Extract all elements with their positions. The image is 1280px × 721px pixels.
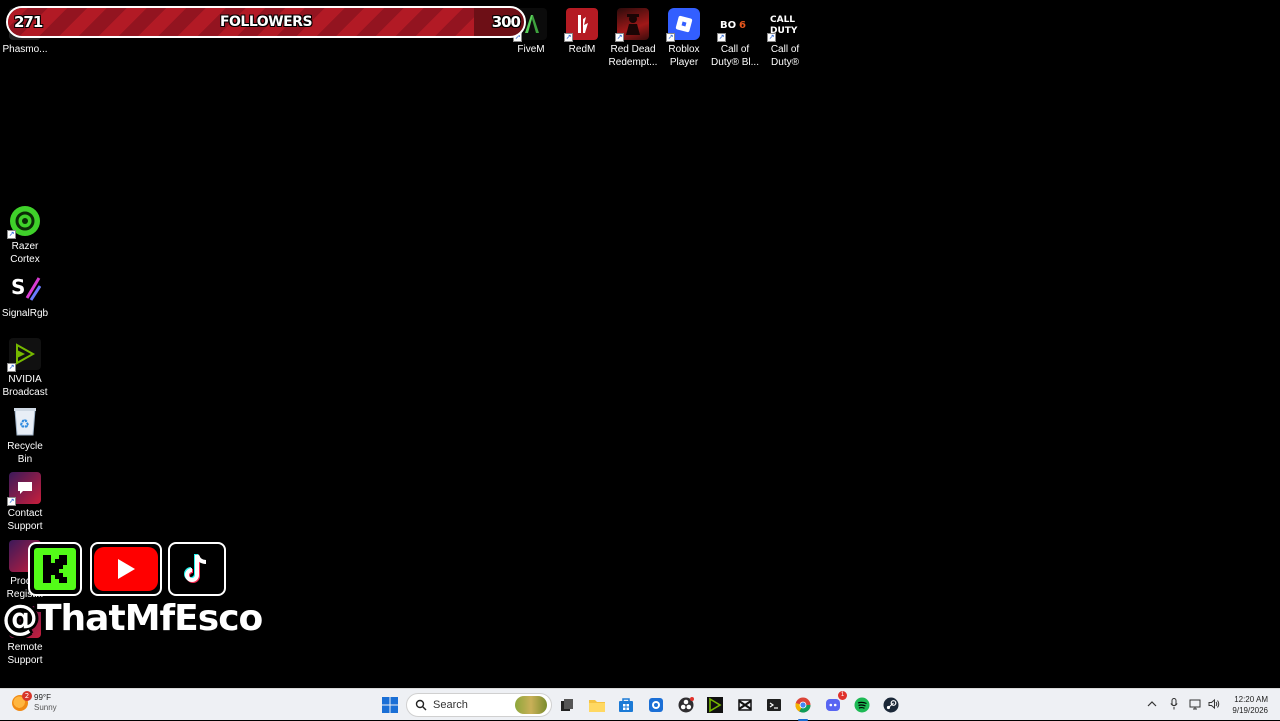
search-highlight-image <box>515 696 547 714</box>
volume-icon[interactable] <box>1208 698 1220 710</box>
search-placeholder: Search <box>433 699 468 711</box>
desktop-icon-label: SignalRgb <box>1 308 49 319</box>
svg-text:6: 6 <box>739 20 746 31</box>
red-dead-redemption-icon: ↗ <box>615 8 649 42</box>
microphone-icon[interactable] <box>1168 698 1180 710</box>
nvidia-broadcast-icon: ↗ <box>7 338 41 372</box>
tiktok-logo-icon <box>168 542 226 596</box>
followers-title: FOLLOWERS <box>219 14 313 30</box>
chrome-icon[interactable] <box>794 696 812 721</box>
terminal-icon[interactable] <box>765 696 783 714</box>
desktop-icon-label: Roblox Player <box>668 44 700 68</box>
desktop-icon-contact-support[interactable]: ↗ Contact Support <box>0 472 50 533</box>
desktop-icon-nvidia-broadcast[interactable]: ↗ NVIDIA Broadcast <box>0 338 50 399</box>
svg-text:♻: ♻ <box>19 417 30 431</box>
desktop-icon-recycle-bin[interactable]: ♻ Recycle Bin <box>0 405 50 466</box>
sun-icon: 2 <box>12 691 32 711</box>
system-clock[interactable]: 12:20 AM 9/19/2026 <box>1232 694 1268 716</box>
youtube-logo-icon <box>90 542 162 596</box>
desktop-icon-label: FiveM <box>517 44 545 55</box>
steam-icon[interactable] <box>882 696 900 714</box>
weather-badge: 2 <box>22 691 32 701</box>
desktop-icon-razer-cortex[interactable]: ↗ Razer Cortex <box>0 205 50 266</box>
call-of-duty-icon: CALL DUTY ↗ <box>767 8 801 42</box>
edge-icon[interactable] <box>647 696 665 714</box>
desktop-icon-label: NVIDIA Broadcast <box>2 374 48 398</box>
followers-goal-bar: FOLLOWERS 271 300 <box>6 6 526 38</box>
desktop-icon-redm[interactable]: ↗ RedM <box>557 8 607 57</box>
desktop-icon-label: Call of Duty® <box>770 44 800 68</box>
weather-condition: Sunny <box>34 703 57 712</box>
clock-time: 12:20 AM <box>1234 695 1268 704</box>
desktop-icon-red-dead-redemption[interactable]: ↗ Red Dead Redempt... <box>608 8 658 69</box>
roblox-icon: ↗ <box>666 8 700 42</box>
svg-text:S: S <box>11 275 25 299</box>
contact-support-icon: ↗ <box>7 472 41 506</box>
streamer-handle: @ThatMfEsco <box>2 598 263 639</box>
taskbar-search-box[interactable]: Search <box>406 693 552 717</box>
desktop-icon-call-of-duty[interactable]: CALL DUTY ↗ Call of Duty® <box>760 8 810 69</box>
followers-current: 271 <box>14 13 43 31</box>
recycle-bin-icon: ♻ <box>9 405 41 437</box>
desktop-icon-label: Razer Cortex <box>10 241 40 265</box>
search-icon <box>415 699 427 711</box>
discord-icon[interactable]: 1 <box>824 691 847 714</box>
weather-temp: 99°F <box>34 693 51 702</box>
spotify-icon[interactable] <box>853 696 871 714</box>
discord-badge: 1 <box>838 691 847 700</box>
windows-start-icon[interactable] <box>381 696 399 714</box>
svg-text:BO: BO <box>720 20 736 31</box>
razer-cortex-icon: ↗ <box>7 205 41 239</box>
chevron-up-icon[interactable] <box>1146 698 1158 710</box>
desktop-icon-label: Call of Duty® Bl... <box>711 44 759 68</box>
desktop-icon-roblox[interactable]: ↗ Roblox Player <box>659 8 709 69</box>
file-explorer-icon[interactable] <box>588 696 606 714</box>
svg-text:CALL: CALL <box>770 15 795 25</box>
signalrgb-icon: S <box>9 272 41 304</box>
nvidia-icon[interactable] <box>706 696 724 714</box>
call-of-duty-bo6-icon: BO 6 ↗ <box>717 8 751 42</box>
desktop-icon-signalrgb[interactable]: S SignalRgb <box>0 272 50 321</box>
desktop-icon-label: Contact Support <box>7 508 43 532</box>
desktop-icon-label: Phasmo... <box>2 44 48 55</box>
kick-logo-icon <box>28 542 82 596</box>
taskbar: 2 99°F Sunny Search 1 12:20 AM 9/19/2026 <box>0 688 1280 721</box>
desktop-icon-label: Recycle Bin <box>7 441 43 465</box>
task-view-icon[interactable] <box>558 696 576 714</box>
desktop: Phasmo... ↗ FiveM ↗ RedM ↗ Red Dead Rede… <box>0 0 1280 688</box>
desktop-icon-label: RedM <box>568 44 596 55</box>
obs-icon[interactable] <box>677 696 695 714</box>
followers-goal: 300 <box>491 13 521 31</box>
weather-widget[interactable]: 2 99°F Sunny <box>12 691 57 713</box>
microsoft-store-icon[interactable] <box>617 696 635 714</box>
capcut-icon[interactable] <box>736 696 754 714</box>
clock-date: 9/19/2026 <box>1232 706 1268 715</box>
redm-icon: ↗ <box>564 8 598 42</box>
desktop-icon-call-of-duty-bo6[interactable]: BO 6 ↗ Call of Duty® Bl... <box>710 8 760 69</box>
desktop-icon-label: Remote Support <box>7 642 43 666</box>
desktop-icon-label: Red Dead Redempt... <box>608 44 658 68</box>
network-icon[interactable] <box>1189 698 1201 710</box>
